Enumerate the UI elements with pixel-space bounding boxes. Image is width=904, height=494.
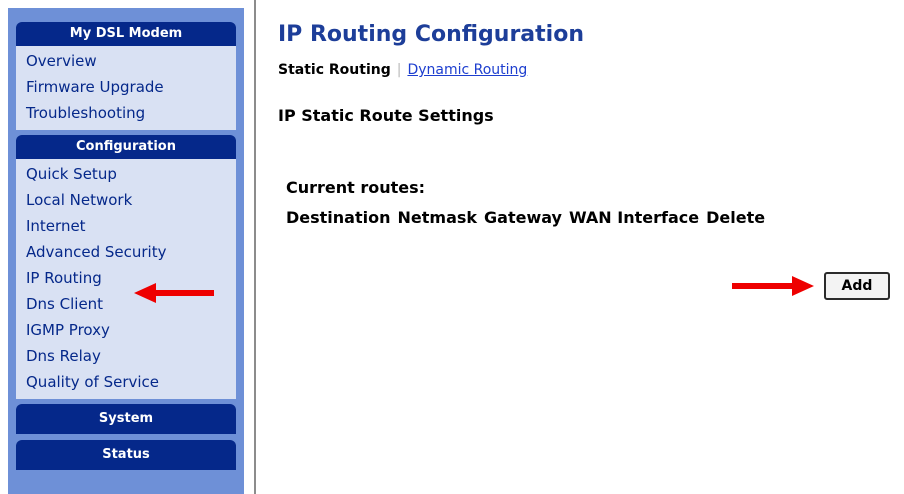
column-header-delete: Delete — [706, 208, 766, 227]
group-configuration: Configuration Quick Setup Local Network … — [16, 135, 236, 399]
main-content: IP Routing Configuration Static Routing |… — [278, 0, 904, 494]
sidebar-item-igmp-proxy[interactable]: IGMP Proxy — [26, 317, 236, 343]
group-items-configuration: Quick Setup Local Network Internet Advan… — [16, 159, 236, 399]
section-heading: IP Static Route Settings — [278, 106, 494, 125]
column-header-gateway: Gateway — [484, 208, 562, 227]
sidebar-item-local-network[interactable]: Local Network — [26, 187, 236, 213]
group-header-configuration[interactable]: Configuration — [16, 135, 236, 159]
red-arrow-icon — [732, 276, 814, 296]
sidebar-item-dns-relay[interactable]: Dns Relay — [26, 343, 236, 369]
tab-separator: | — [396, 62, 402, 78]
group-items-my-dsl-modem: Overview Firmware Upgrade Troubleshootin… — [16, 46, 236, 130]
column-header-wan-interface: WAN Interface — [568, 208, 700, 227]
vertical-divider — [254, 0, 256, 494]
sidebar-item-quick-setup[interactable]: Quick Setup — [26, 161, 236, 187]
column-header-netmask: Netmask — [397, 208, 478, 227]
sidebar-item-overview[interactable]: Overview — [26, 48, 236, 74]
routes-table-header: Destination Netmask Gateway WAN Interface De… — [286, 208, 772, 227]
red-arrow-icon — [134, 283, 214, 303]
page-title: IP Routing Configuration — [278, 22, 584, 47]
sidebar-item-advanced-security[interactable]: Advanced Security — [26, 239, 236, 265]
sidebar-item-internet[interactable]: Internet — [26, 213, 236, 239]
current-routes-label: Current routes: — [286, 178, 426, 197]
sidebar-item-quality-of-service[interactable]: Quality of Service — [26, 369, 236, 395]
group-my-dsl-modem: My DSL Modem Overview Firmware Upgrade T… — [16, 22, 236, 130]
group-header-my-dsl-modem[interactable]: My DSL Modem — [16, 22, 236, 46]
routing-tabs: Static Routing | Dynamic Routing — [278, 62, 527, 78]
sidebar-item-firmware-upgrade[interactable]: Firmware Upgrade — [26, 74, 236, 100]
add-button[interactable]: Add — [824, 272, 890, 300]
group-header-status[interactable]: Status — [16, 440, 236, 470]
sidebar-item-troubleshooting[interactable]: Troubleshooting — [26, 100, 236, 126]
column-header-destination: Destination — [286, 208, 391, 227]
tab-static-routing[interactable]: Static Routing — [278, 62, 391, 78]
tab-dynamic-routing[interactable]: Dynamic Routing — [407, 62, 527, 78]
sidebar-nav: My DSL Modem Overview Firmware Upgrade T… — [8, 8, 244, 494]
group-header-system[interactable]: System — [16, 404, 236, 434]
